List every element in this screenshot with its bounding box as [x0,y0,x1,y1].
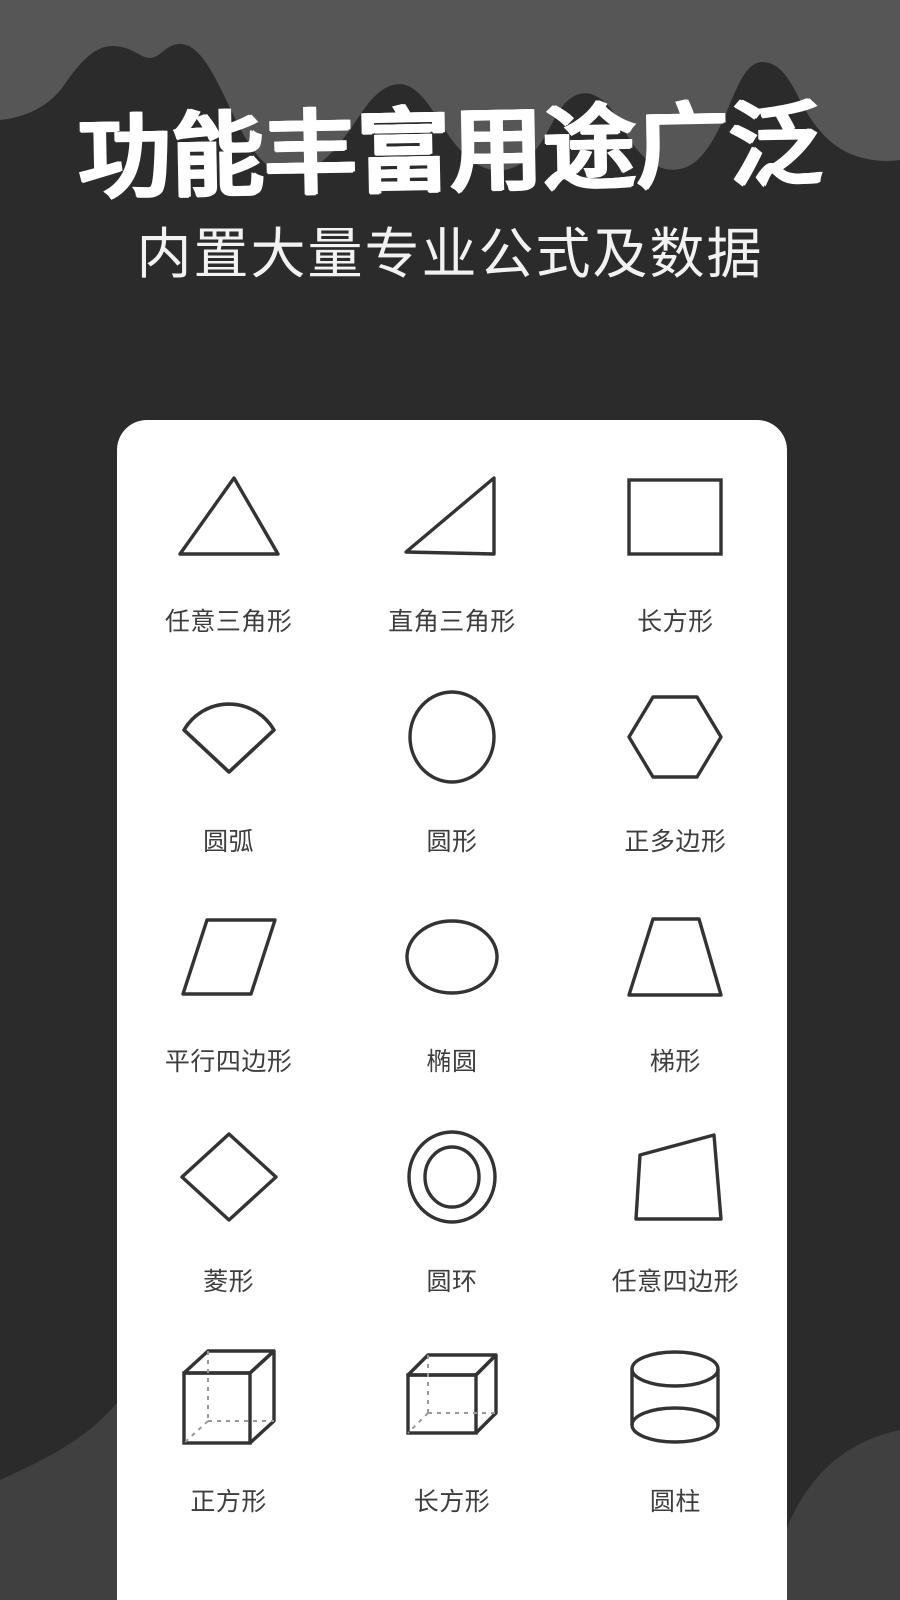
shape-grid: 任意三角形 直角三角形 长方形 圆弧 圆形 正多边形 平行四边形 椭圆 梯形 菱… [117,456,787,1556]
shape-label: 长方形 [413,1488,491,1516]
shape-label: 平行四边形 [164,1048,293,1076]
shape-label: 直角三角形 [388,608,516,636]
cylinder-shape [610,1336,740,1458]
shape-label: 任意四边形 [611,1268,740,1296]
header: 功能丰富用途广泛 内置大量专业公式及数据 [0,94,900,285]
shape-item[interactable]: 椭圆 [340,896,563,1116]
shape-item[interactable]: 任意四边形 [564,1116,787,1336]
rhombus-shape [164,1116,294,1238]
arbitrary-triangle-shape [164,456,294,578]
shape-item[interactable]: 正方形 [117,1336,340,1556]
arc-sector-shape [164,676,294,798]
rectangle-shape [610,456,740,578]
circle-shape [387,676,517,798]
shape-card: 任意三角形 直角三角形 长方形 圆弧 圆形 正多边形 平行四边形 椭圆 梯形 菱… [117,420,787,1600]
shape-item[interactable]: 长方形 [340,1336,563,1556]
shape-item[interactable]: 平行四边形 [117,896,340,1116]
shape-item[interactable]: 正多边形 [564,676,787,896]
ellipse-shape [387,896,517,1018]
parallelogram-shape [164,896,294,1018]
shape-label: 椭圆 [426,1048,478,1076]
shape-label: 圆柱 [649,1488,701,1516]
page-title: 功能丰富用途广泛 [77,93,823,211]
shape-label: 圆弧 [203,828,255,856]
shape-label: 圆环 [426,1268,478,1296]
cuboid-shape [387,1336,517,1458]
shape-label: 圆形 [426,828,478,856]
promo-page: 功能丰富用途广泛 内置大量专业公式及数据 任意三角形 直角三角形 长方形 圆弧 … [0,0,900,1600]
right-triangle-shape [387,456,517,578]
shape-label: 长方形 [637,608,714,636]
shape-item[interactable]: 圆弧 [117,676,340,896]
shape-item[interactable]: 圆柱 [564,1336,787,1556]
shape-label: 正多边形 [624,828,727,856]
shape-item[interactable]: 菱形 [117,1116,340,1336]
shape-item: 长方形 [564,456,787,676]
shape-label: 菱形 [203,1268,255,1296]
shape-item[interactable]: 圆环 [340,1116,563,1336]
cube-shape [164,1336,294,1458]
annulus-ring-shape [387,1116,517,1238]
regular-polygon-shape [610,676,740,798]
shape-item[interactable]: 梯形 [564,896,787,1116]
shape-item[interactable]: 直角三角形 [340,456,563,676]
shape-label: 梯形 [649,1048,701,1076]
shape-label: 正方形 [190,1488,267,1516]
shape-item[interactable]: 任意三角形 [117,456,340,676]
shape-item[interactable]: 圆形 [340,676,563,896]
trapezoid-shape [610,896,740,1018]
shape-label: 任意三角形 [164,608,293,636]
bottom-right-scallop-shape [770,1430,900,1600]
arbitrary-quadrilateral-shape [610,1116,740,1238]
page-subtitle: 内置大量专业公式及数据 [136,222,764,285]
